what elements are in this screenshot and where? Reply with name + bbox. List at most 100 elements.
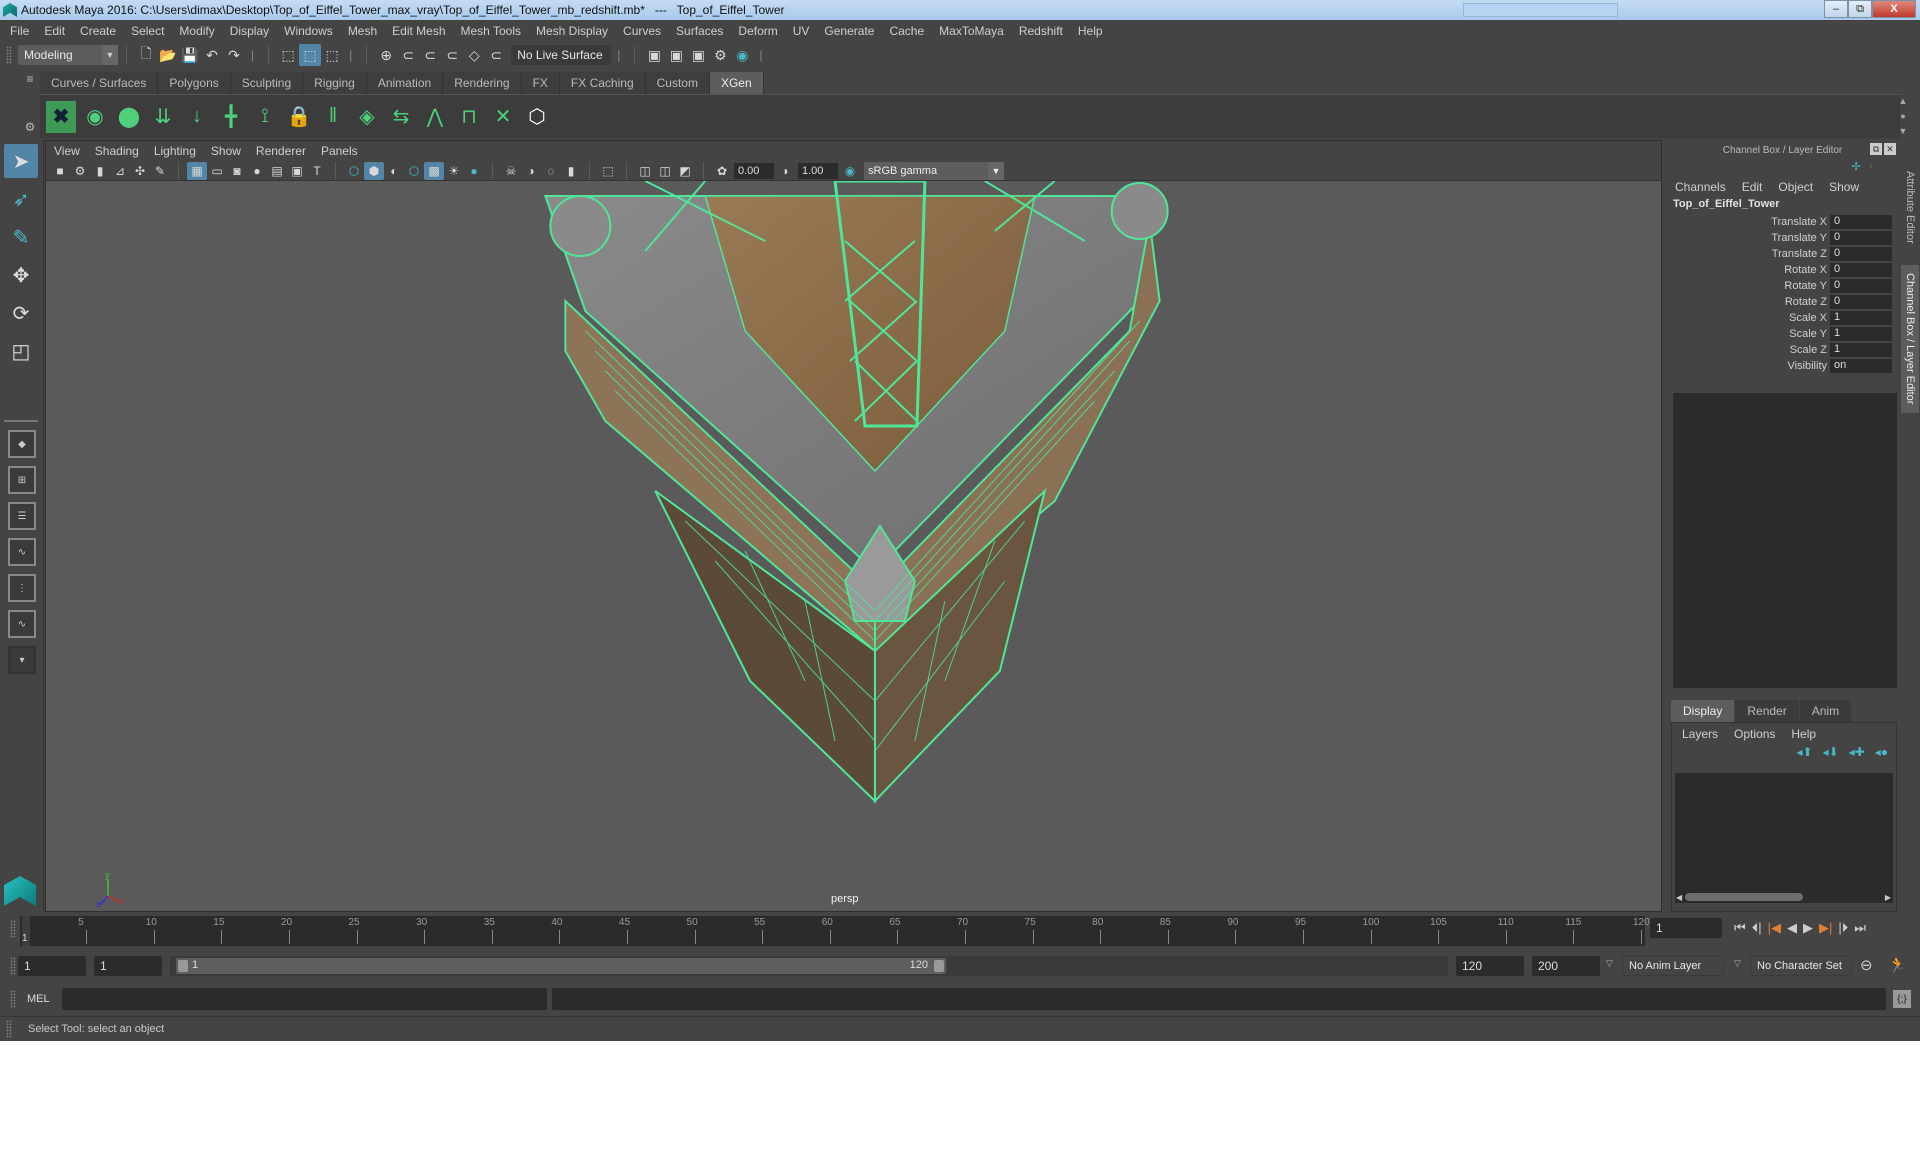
single-perspective-layout-icon[interactable]: ◆	[8, 430, 36, 458]
move-layer-up-icon[interactable]: ◂⬆	[1796, 745, 1812, 767]
scroll-down-icon[interactable]: ▼	[1899, 126, 1908, 136]
xgen-sculpt-icon[interactable]: ⋀	[420, 101, 450, 133]
grip-handle[interactable]	[6, 1020, 12, 1038]
close-button[interactable]: X	[1872, 0, 1916, 18]
tab-sculpting[interactable]: Sculpting	[230, 72, 304, 94]
channel-value[interactable]: 1	[1830, 326, 1892, 342]
anti-aliasing-icon[interactable]: ◌	[541, 162, 561, 180]
step-back-key-icon[interactable]: |◀	[1768, 920, 1781, 936]
playback-start-field[interactable]: 1	[94, 956, 162, 976]
manipulator-icon[interactable]: ✢	[1852, 160, 1861, 176]
channel-row[interactable]: Translate Z0	[1665, 246, 1900, 262]
character-set-dropdown[interactable]: No Character Set	[1750, 956, 1852, 976]
step-forward-frame-icon[interactable]: |⏵	[1838, 920, 1848, 936]
range-bar[interactable]: 1 120	[176, 958, 946, 974]
select-component-icon[interactable]: ⬚	[321, 44, 343, 66]
use-all-lights-icon[interactable]: ☀	[444, 162, 464, 180]
persp-graph-layout-icon[interactable]: ∿	[8, 538, 36, 566]
channel-value[interactable]: 1	[1830, 310, 1892, 326]
channel-row[interactable]: Rotate X0	[1665, 262, 1900, 278]
layer-menu-options[interactable]: Options	[1734, 727, 1775, 741]
new-layer-from-selected-icon[interactable]: ◂●	[1875, 745, 1888, 767]
menu-mesh-tools[interactable]: Mesh Tools	[461, 24, 521, 38]
color-management-toggle-icon[interactable]: ◉	[840, 162, 860, 180]
viewport-menu-view[interactable]: View	[54, 144, 80, 158]
current-frame-marker[interactable]: 1	[22, 916, 30, 946]
menu-edit[interactable]: Edit	[44, 24, 65, 38]
channel-label[interactable]: Translate Z	[1665, 248, 1830, 260]
step-forward-key-icon[interactable]: ▶|	[1819, 920, 1832, 936]
channel-label[interactable]: Rotate X	[1665, 264, 1830, 276]
shadows-icon[interactable]: ●	[464, 162, 484, 180]
layer-menu-help[interactable]: Help	[1791, 727, 1816, 741]
menu-help[interactable]: Help	[1078, 24, 1103, 38]
title-search-field[interactable]	[1463, 3, 1618, 17]
exposure-field[interactable]: 0.00	[734, 162, 774, 179]
animation-end-field[interactable]: 200	[1532, 956, 1600, 976]
snap-curve-icon[interactable]: ⊂	[397, 44, 419, 66]
viewport-panel[interactable]: View Shading Lighting Show Renderer Panels ■ …	[45, 140, 1662, 912]
playback-end-field[interactable]: 120	[1456, 956, 1524, 976]
xgen-preview-icon[interactable]: ◉	[80, 101, 110, 133]
save-scene-icon[interactable]: 💾	[179, 44, 201, 66]
channel-box-menu-channels[interactable]: Channels	[1675, 180, 1726, 194]
channel-box-menu-show[interactable]: Show	[1829, 180, 1859, 194]
channel-row[interactable]: Translate X0	[1665, 214, 1900, 230]
rotate-tool-icon[interactable]: ⟳	[4, 296, 38, 330]
layer-menu-layers[interactable]: Layers	[1682, 727, 1718, 741]
camera-attributes-icon[interactable]: ⚙	[70, 162, 90, 180]
range-track[interactable]: 1 120	[170, 956, 1448, 976]
snap-point-icon[interactable]: ⊂	[419, 44, 441, 66]
wireframe-icon[interactable]: ⬡	[344, 162, 364, 180]
scene-view[interactable]	[46, 181, 1661, 911]
menu-cache[interactable]: Cache	[889, 24, 924, 38]
menu-mesh[interactable]: Mesh	[348, 24, 377, 38]
channel-value[interactable]: 0	[1830, 246, 1892, 262]
render-settings-icon[interactable]: ⚙	[709, 44, 731, 66]
menu-modify[interactable]: Modify	[179, 24, 214, 38]
xgen-clear-icon[interactable]: ⬤	[114, 101, 144, 133]
xgen-flip-icon[interactable]: ⇆	[386, 101, 416, 133]
menu-windows[interactable]: Windows	[284, 24, 333, 38]
menu-file[interactable]: File	[10, 24, 29, 38]
shelf-scroll[interactable]: ▲ ● ▼	[1896, 96, 1910, 136]
range-end-handle[interactable]	[934, 960, 944, 972]
xgen-lock-guide-icon[interactable]: 🔒	[284, 101, 314, 133]
xray-icon[interactable]: ◫	[635, 162, 655, 180]
shelf-menu-icon[interactable]: ≡	[26, 72, 33, 86]
xgen-delete-guide-icon[interactable]: ✕	[488, 101, 518, 133]
auto-key-icon[interactable]: ⊖	[1860, 956, 1873, 974]
menu-maxtomaya[interactable]: MaxToMaya	[939, 24, 1004, 38]
channel-row[interactable]: Scale Z1	[1665, 342, 1900, 358]
timeline-track[interactable]: 1 5 10 15 20 25 30 35 40 45 50 55 60 65 70 75 80 85 90 95 1…	[20, 916, 1650, 946]
persp-outliner-layout-icon[interactable]: ☰	[8, 502, 36, 530]
step-back-frame-icon[interactable]: ⏴|	[1752, 920, 1762, 936]
channel-box-menu-edit[interactable]: Edit	[1742, 180, 1763, 194]
menu-create[interactable]: Create	[80, 24, 116, 38]
menu-select[interactable]: Select	[131, 24, 164, 38]
layer-tab-render[interactable]: Render	[1735, 700, 1799, 722]
view-transform-dropdown[interactable]: sRGB gamma ▼	[864, 161, 1004, 180]
scrollbar-thumb[interactable]	[1685, 893, 1803, 901]
ipr-render-icon[interactable]: ▣	[687, 44, 709, 66]
default-material-icon[interactable]: ◐	[384, 162, 404, 180]
hypershade-persp-layout-icon[interactable]: ⋮	[8, 574, 36, 602]
resolution-gate-icon[interactable]: ◙	[227, 162, 247, 180]
channel-label[interactable]: Rotate Z	[1665, 296, 1830, 308]
animation-preferences-icon[interactable]: 🏃	[1888, 956, 1907, 974]
menu-mesh-display[interactable]: Mesh Display	[536, 24, 608, 38]
viewport-menu-show[interactable]: Show	[211, 144, 241, 158]
redo-icon[interactable]: ↷	[223, 44, 245, 66]
grip-handle[interactable]	[10, 920, 16, 938]
live-surface-field[interactable]: No Live Surface	[511, 45, 612, 65]
xgen-add-guide-icon[interactable]: ╋	[216, 101, 246, 133]
tab-curves-surfaces[interactable]: Curves / Surfaces	[40, 72, 159, 94]
channel-label[interactable]: Translate X	[1665, 216, 1830, 228]
grip-handle[interactable]	[10, 957, 16, 975]
channel-value[interactable]: 0	[1830, 278, 1892, 294]
collapse-icon[interactable]: |	[617, 48, 620, 62]
menu-set-dropdown[interactable]: Modeling ▼	[18, 45, 118, 65]
four-view-layout-icon[interactable]: ⊞	[8, 466, 36, 494]
command-input[interactable]	[62, 988, 547, 1010]
speed-icon[interactable]: ◐	[1869, 160, 1876, 176]
